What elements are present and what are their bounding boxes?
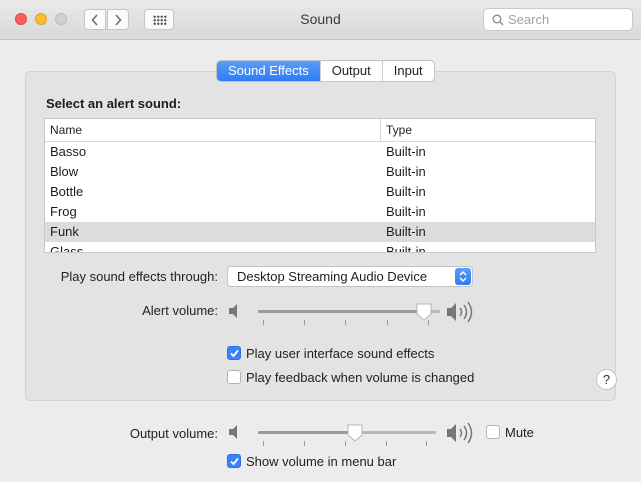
slider-tick <box>386 441 387 446</box>
output-volume-slider[interactable] <box>258 424 436 450</box>
tab-output[interactable]: Output <box>319 61 382 81</box>
table-row[interactable]: Basso Built-in <box>45 142 595 162</box>
slider-tick <box>263 441 264 446</box>
output-volume-label: Output volume: <box>129 426 218 441</box>
sound-type: Built-in <box>386 184 426 199</box>
table-row[interactable]: Blow Built-in <box>45 162 595 182</box>
column-header-name[interactable]: Name <box>45 119 381 141</box>
slider-thumb[interactable] <box>347 424 363 442</box>
sound-type: Built-in <box>386 244 426 253</box>
feedback-checkbox[interactable] <box>227 370 241 384</box>
table-row[interactable]: Glass Built-in <box>45 242 595 253</box>
play-through-label: Play sound effects through: <box>60 269 218 284</box>
slider-tick <box>304 441 305 446</box>
tab-sound-effects[interactable]: Sound Effects <box>217 61 320 81</box>
speaker-high-icon <box>445 422 479 447</box>
alert-volume-label: Alert volume: <box>142 303 218 318</box>
output-device-popup[interactable]: Desktop Streaming Audio Device <box>227 266 473 287</box>
tab-input[interactable]: Input <box>381 61 434 81</box>
sound-name: Funk <box>50 224 79 239</box>
table-row-selected[interactable]: Funk Built-in <box>45 222 595 242</box>
search-field[interactable] <box>483 8 633 31</box>
column-header-type[interactable]: Type <box>381 119 412 141</box>
table-row[interactable]: Frog Built-in <box>45 202 595 222</box>
slider-tick <box>387 320 388 325</box>
sound-type: Built-in <box>386 144 426 159</box>
help-button[interactable]: ? <box>596 369 617 390</box>
slider-track <box>258 310 440 313</box>
slider-thumb[interactable] <box>416 303 432 321</box>
speaker-low-icon <box>227 424 243 443</box>
checkmark-icon <box>230 349 239 358</box>
sound-type: Built-in <box>386 164 426 179</box>
alert-sound-table[interactable]: Name Type Basso Built-in Blow Built-in B… <box>44 118 596 253</box>
mute-label[interactable]: Mute <box>505 425 534 440</box>
sound-name: Glass <box>50 244 84 253</box>
show-volume-menu-bar-label[interactable]: Show volume in menu bar <box>246 454 396 469</box>
checkmark-icon <box>230 457 239 466</box>
table-row[interactable]: Bottle Built-in <box>45 182 595 202</box>
ui-sound-effects-checkbox[interactable] <box>227 346 241 360</box>
sound-name: Basso <box>50 144 87 159</box>
slider-fill <box>258 431 355 434</box>
title-bar: Sound <box>0 0 641 40</box>
table-header: Name Type <box>45 119 595 142</box>
sound-name: Blow <box>50 164 79 179</box>
sound-type: Built-in <box>386 204 426 219</box>
sound-type: Built-in <box>386 224 426 239</box>
slider-tick <box>304 320 305 325</box>
popup-arrows-icon <box>455 268 471 285</box>
feedback-label[interactable]: Play feedback when volume is changed <box>246 370 474 385</box>
tab-bar: Sound Effects Output Input <box>216 60 435 82</box>
slider-tick <box>345 320 346 325</box>
alert-volume-slider[interactable] <box>258 303 440 329</box>
ui-sound-effects-label[interactable]: Play user interface sound effects <box>246 346 434 361</box>
speaker-low-icon <box>227 303 243 322</box>
mute-checkbox[interactable] <box>486 425 500 439</box>
slider-tick <box>263 320 264 325</box>
sound-name: Bottle <box>50 184 84 199</box>
search-icon <box>492 14 504 26</box>
speaker-high-icon <box>445 301 479 326</box>
slider-fill <box>258 310 424 313</box>
search-input[interactable] <box>508 11 628 28</box>
show-volume-menu-bar-checkbox[interactable] <box>227 454 241 468</box>
slider-tick <box>426 441 427 446</box>
sound-name: Frog <box>50 204 77 219</box>
alert-sound-heading: Select an alert sound: <box>46 96 182 111</box>
slider-tick <box>345 441 346 446</box>
output-device-value: Desktop Streaming Audio Device <box>237 269 428 284</box>
